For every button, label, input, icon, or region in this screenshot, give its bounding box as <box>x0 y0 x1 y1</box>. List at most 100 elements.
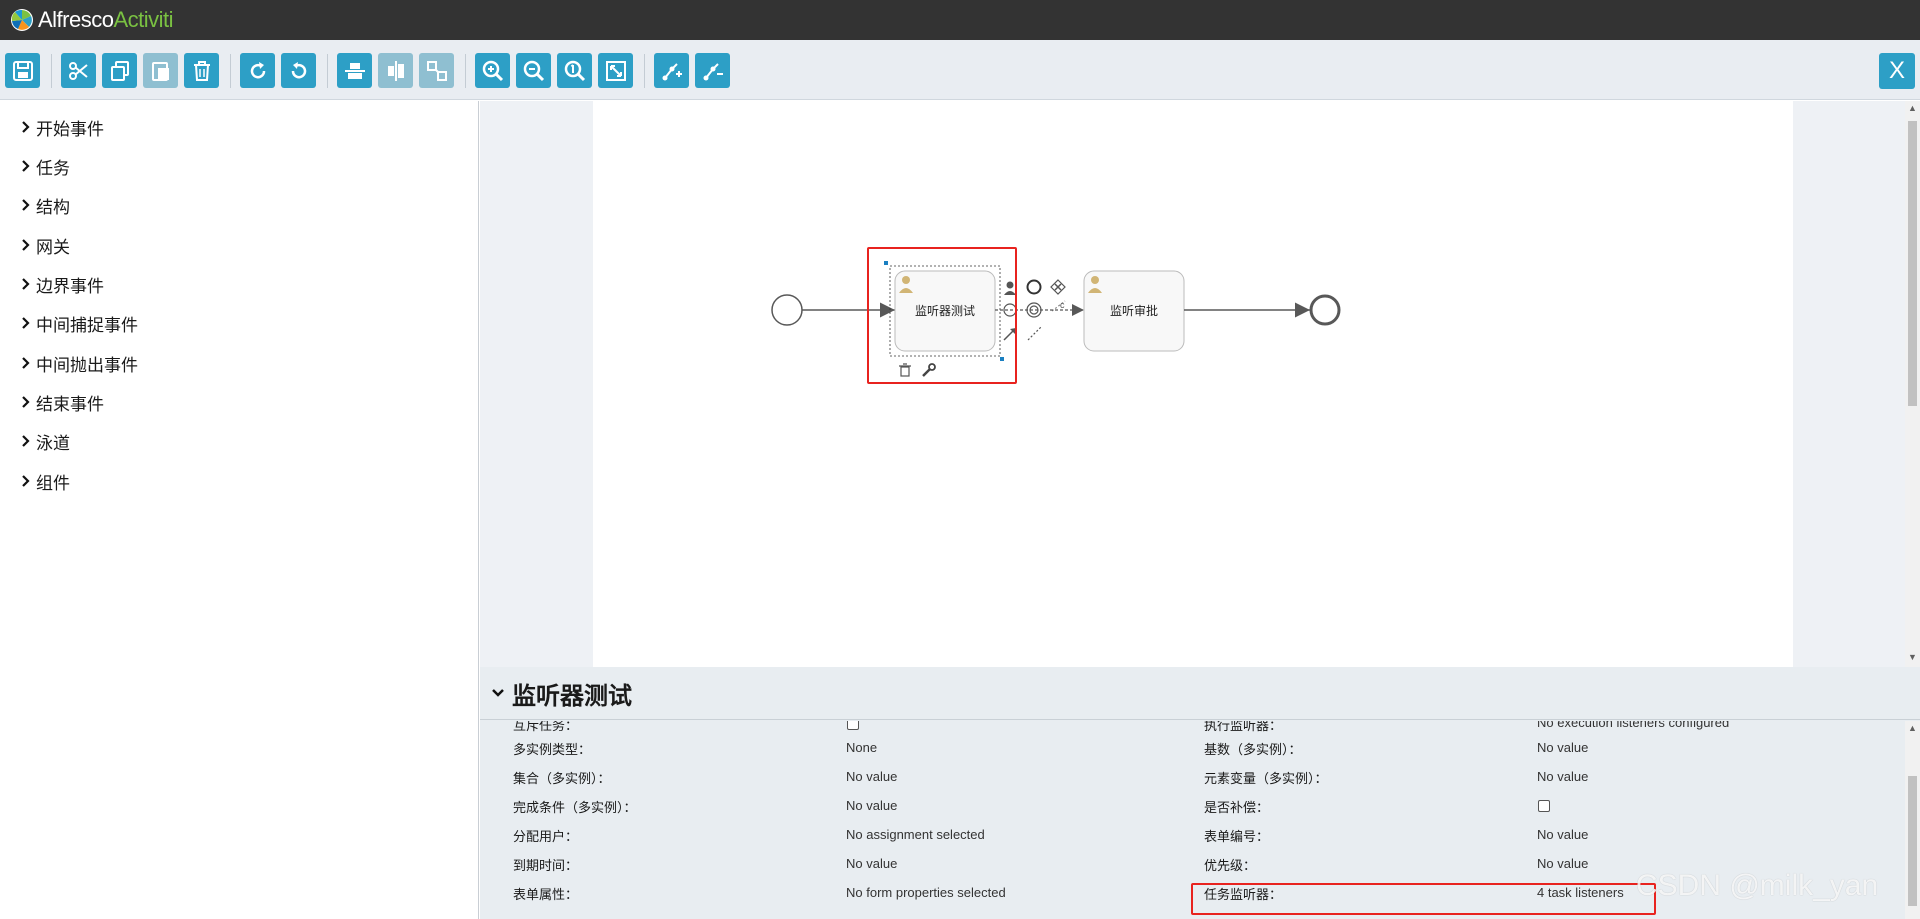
element-variable-value[interactable]: No value <box>1537 765 1588 787</box>
zoom-actual-button[interactable] <box>557 53 592 88</box>
save-button[interactable] <box>5 53 40 88</box>
undo-button[interactable] <box>281 53 316 88</box>
quick-menu-flow-arrow-icon[interactable] <box>1003 328 1016 341</box>
assignment-value[interactable]: No assignment selected <box>846 823 985 845</box>
property-label: 执行监听器： <box>1204 721 1283 733</box>
palette-item-task[interactable]: 任务 <box>20 154 70 178</box>
priority-value[interactable]: No value <box>1537 852 1588 874</box>
chevron-right-icon <box>22 357 30 369</box>
zoom-in-button[interactable] <box>475 53 510 88</box>
completion-condition-value[interactable]: No value <box>846 794 897 816</box>
quick-menu-user-task-icon[interactable] <box>1004 281 1016 296</box>
chevron-right-icon <box>22 239 30 251</box>
scissors-icon <box>68 61 88 80</box>
align-horizontal-icon <box>344 62 365 79</box>
zoom-actual-icon <box>564 60 585 81</box>
remove-bendpoint-button[interactable] <box>695 53 730 88</box>
palette-item-swimlane[interactable]: 泳道 <box>20 429 70 453</box>
zoom-out-button[interactable] <box>516 53 551 88</box>
trash-icon <box>193 60 210 81</box>
properties-header[interactable]: 监听器测试 <box>480 667 1920 720</box>
paste-button[interactable] <box>143 53 178 88</box>
properties-title: 监听器测试 <box>512 682 632 710</box>
align-vertical-button[interactable] <box>378 53 413 88</box>
property-label: 互斥任务： <box>513 721 579 733</box>
scrollbar-thumb[interactable] <box>1908 776 1917 906</box>
quick-menu-gateway-icon[interactable] <box>1050 279 1066 295</box>
scroll-up-arrow-icon[interactable]: ▲ <box>1908 104 1917 113</box>
exclusive-task-checkbox[interactable] <box>847 721 859 735</box>
compensation-checkbox[interactable] <box>1538 795 1550 817</box>
edit-shape-wrench-icon[interactable] <box>922 363 936 377</box>
remove-bendpoint-icon <box>703 62 723 80</box>
multi-instance-type-value[interactable]: None <box>846 736 877 758</box>
delete-button[interactable] <box>184 53 219 88</box>
form-properties-value[interactable]: No form properties selected <box>846 881 1006 903</box>
resize-handle[interactable] <box>1000 357 1004 361</box>
app-title: AlfrescoActiviti <box>38 7 174 32</box>
property-label: 集合（多实例）： <box>513 770 611 786</box>
add-bendpoint-icon <box>662 62 682 80</box>
chevron-right-icon <box>22 475 30 487</box>
align-vertical-icon <box>387 60 404 81</box>
same-size-icon <box>426 60 447 81</box>
scroll-down-arrow-icon[interactable]: ▼ <box>1908 653 1917 662</box>
property-label: 基数（多实例）： <box>1204 741 1302 757</box>
start-event[interactable] <box>771 294 803 326</box>
property-label: 到期时间： <box>513 857 579 873</box>
chevron-right-icon <box>22 199 30 211</box>
scroll-up-arrow-icon[interactable]: ▲ <box>1908 724 1917 733</box>
property-label: 多实例类型： <box>513 741 592 757</box>
close-editor-button[interactable]: X <box>1879 53 1915 89</box>
task-listeners-value[interactable]: 4 task listeners <box>1537 881 1624 903</box>
alfresco-logo-icon <box>11 9 33 31</box>
zoom-fit-button[interactable] <box>598 53 633 88</box>
quick-menu-condition-flow-icon[interactable]: c <box>1051 300 1066 312</box>
execution-listeners-value[interactable]: No execution listeners configured <box>1537 721 1729 733</box>
palette-item-structure[interactable]: 结构 <box>20 193 70 217</box>
bpmn-diagram: c 监听器测试 监听审批 <box>771 261 1341 377</box>
property-label: 完成条件（多实例）： <box>513 799 637 815</box>
delete-shape-icon[interactable] <box>899 363 911 377</box>
palette-item-boundary-event[interactable]: 边界事件 <box>20 272 104 296</box>
diagram-canvas[interactable]: c 监听器测试 监听审批 <box>480 101 1905 667</box>
redo-button[interactable] <box>240 53 275 88</box>
collection-value[interactable]: No value <box>846 765 897 787</box>
chevron-down-icon <box>492 689 504 697</box>
property-label: 优先级： <box>1204 857 1257 873</box>
quick-menu-association-icon[interactable] <box>1027 325 1043 341</box>
add-bendpoint-button[interactable] <box>654 53 689 88</box>
app-logo: AlfrescoActiviti <box>10 7 174 33</box>
svg-text:c: c <box>1060 300 1065 310</box>
property-label: 任务监听器： <box>1204 886 1283 902</box>
cardinality-value[interactable]: No value <box>1537 736 1588 758</box>
palette-item-end-event[interactable]: 结束事件 <box>20 390 104 414</box>
canvas-vertical-scrollbar[interactable]: ▲ ▼ <box>1905 101 1920 667</box>
cut-button[interactable] <box>61 53 96 88</box>
zoom-in-icon <box>482 60 503 81</box>
zoom-out-icon <box>523 60 544 81</box>
form-key-value[interactable]: No value <box>1537 823 1588 845</box>
editor-toolbar: X <box>0 40 1920 100</box>
align-horizontal-button[interactable] <box>337 53 372 88</box>
chevron-right-icon <box>22 396 30 408</box>
end-event[interactable] <box>1309 294 1341 326</box>
scrollbar-thumb[interactable] <box>1908 121 1917 406</box>
property-label: 元素变量（多实例）： <box>1204 770 1328 786</box>
properties-scrollbar[interactable]: ▲ <box>1905 721 1920 919</box>
palette-item-catch-event[interactable]: 中间捕捉事件 <box>20 311 138 335</box>
palette-item-gateway[interactable]: 网关 <box>20 233 70 257</box>
task2-label: 监听审批 <box>1110 303 1158 318</box>
same-size-button[interactable] <box>419 53 454 88</box>
resize-handle[interactable] <box>884 261 888 265</box>
copy-button[interactable] <box>102 53 137 88</box>
property-label: 是否补偿： <box>1204 799 1270 815</box>
paste-icon <box>151 61 169 81</box>
due-date-value[interactable]: No value <box>846 852 897 874</box>
palette-item-throw-event[interactable]: 中间抛出事件 <box>20 351 138 375</box>
quick-menu-end-event-icon[interactable] <box>1026 279 1042 295</box>
palette-item-artifact[interactable]: 组件 <box>20 469 70 493</box>
palette-item-start-event[interactable]: 开始事件 <box>20 115 104 139</box>
quick-menu-boundary-event-icon[interactable] <box>1026 302 1042 318</box>
task1-label: 监听器测试 <box>915 303 975 318</box>
